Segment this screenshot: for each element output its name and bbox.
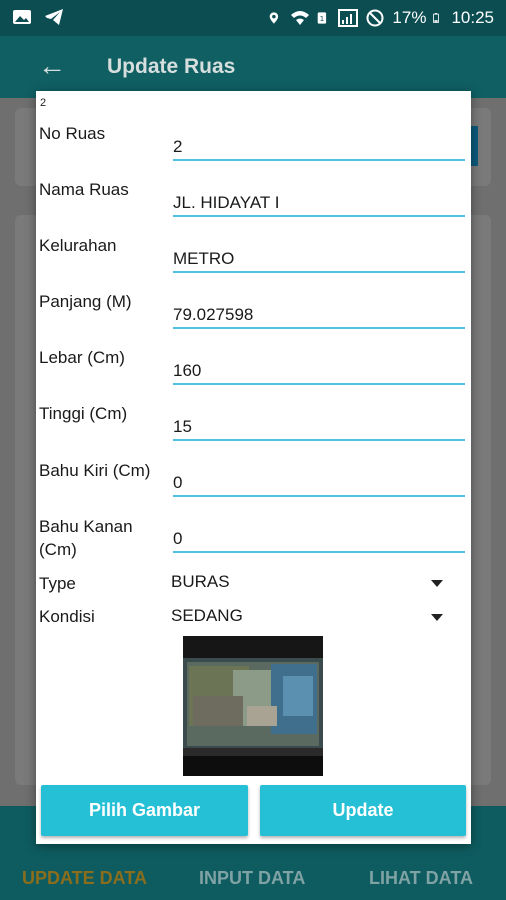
signal-icon — [338, 9, 359, 27]
location-icon — [270, 12, 279, 24]
no-disturb-icon — [366, 9, 384, 27]
kondisi-selected-value: SEDANG — [171, 606, 243, 625]
nama-ruas-label: Nama Ruas — [39, 180, 129, 199]
lebar-field[interactable]: 160 — [173, 353, 465, 385]
status-bar: 1 17% 10:25 — [0, 0, 506, 36]
kondisi-dropdown[interactable]: SEDANG — [171, 606, 451, 626]
lebar-label: Lebar (Cm) — [39, 348, 125, 367]
nav-input-data[interactable]: INPUT DATA — [199, 868, 305, 889]
sim-icon: 1 — [318, 12, 327, 24]
nav-lihat-data[interactable]: LIHAT DATA — [369, 868, 473, 889]
no-ruas-label: No Ruas — [39, 124, 106, 143]
type-dropdown[interactable]: BURAS — [171, 572, 451, 592]
chevron-down-icon[interactable] — [431, 580, 443, 587]
image-icon — [13, 10, 31, 24]
type-selected-value: BURAS — [171, 572, 230, 591]
update-button[interactable]: Update — [260, 785, 466, 836]
pilih-gambar-button[interactable]: Pilih Gambar — [41, 785, 248, 836]
dialog-id-label: 2 — [40, 97, 47, 109]
bahu-kanan-label: Bahu Kanan (Cm) — [39, 517, 133, 559]
nav-update-data[interactable]: UPDATE DATA — [22, 868, 147, 889]
bahu-kiri-label: Bahu Kiri (Cm) — [39, 461, 151, 480]
no-ruas-field[interactable]: 2 — [173, 129, 465, 161]
update-ruas-dialog: 2 No Ruas 2 Nama Ruas JL. HIDAYAT I Kelu… — [36, 91, 471, 844]
kelurahan-field[interactable]: METRO — [173, 241, 465, 273]
bahu-kiri-field[interactable]: 0 — [173, 465, 465, 497]
svg-text:1: 1 — [320, 15, 324, 23]
nama-ruas-field[interactable]: JL. HIDAYAT I — [173, 185, 465, 217]
clock: 10:25 — [451, 8, 494, 27]
kondisi-label: Kondisi — [39, 607, 95, 626]
battery-percent: 17% — [392, 8, 427, 27]
tinggi-field[interactable]: 15 — [173, 409, 465, 441]
battery-icon — [433, 13, 440, 23]
bahu-kanan-field[interactable]: 0 — [173, 521, 465, 553]
back-arrow-icon[interactable]: ← — [38, 50, 66, 82]
telegram-icon — [45, 9, 63, 25]
tinggi-label: Tinggi (Cm) — [39, 404, 128, 423]
page-title: Update Ruas — [107, 55, 236, 78]
panjang-field[interactable]: 79.027598 — [173, 297, 465, 329]
photo-thumbnail-image — [183, 636, 323, 776]
background-button — [470, 126, 478, 166]
chevron-down-icon[interactable] — [431, 614, 443, 621]
selected-photo — [183, 636, 323, 776]
wifi-icon — [291, 11, 310, 25]
app-bar: ← Update Ruas — [0, 36, 506, 98]
type-label: Type — [39, 574, 76, 593]
kelurahan-label: Kelurahan — [39, 236, 117, 255]
panjang-label: Panjang (M) — [39, 292, 132, 311]
